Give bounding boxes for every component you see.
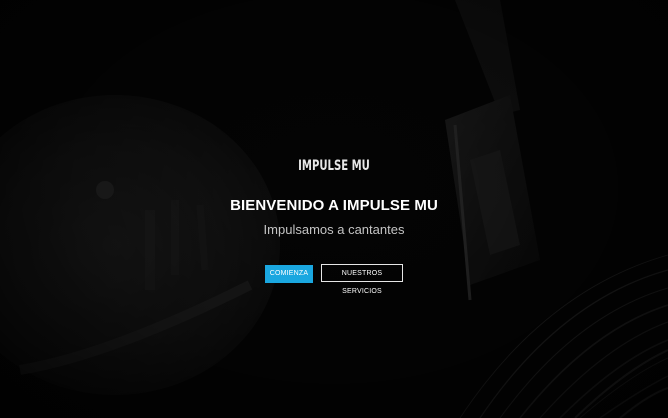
nuestros-servicios-button[interactable]: NUESTROS SERVICIOS — [321, 264, 403, 295]
hero-content: IMPULSE MU BIENVENIDO A IMPULSE MU Impul… — [0, 0, 668, 418]
hero-headline: BIENVENIDO A IMPULSE MU — [230, 197, 438, 214]
hero-section: IMPULSE MU BIENVENIDO A IMPULSE MU Impul… — [0, 0, 668, 418]
comienza-button[interactable]: COMIENZA — [265, 265, 313, 283]
site-logo[interactable]: IMPULSE MU — [94, 158, 575, 174]
hero-subheadline: Impulsamos a cantantes — [263, 222, 405, 237]
